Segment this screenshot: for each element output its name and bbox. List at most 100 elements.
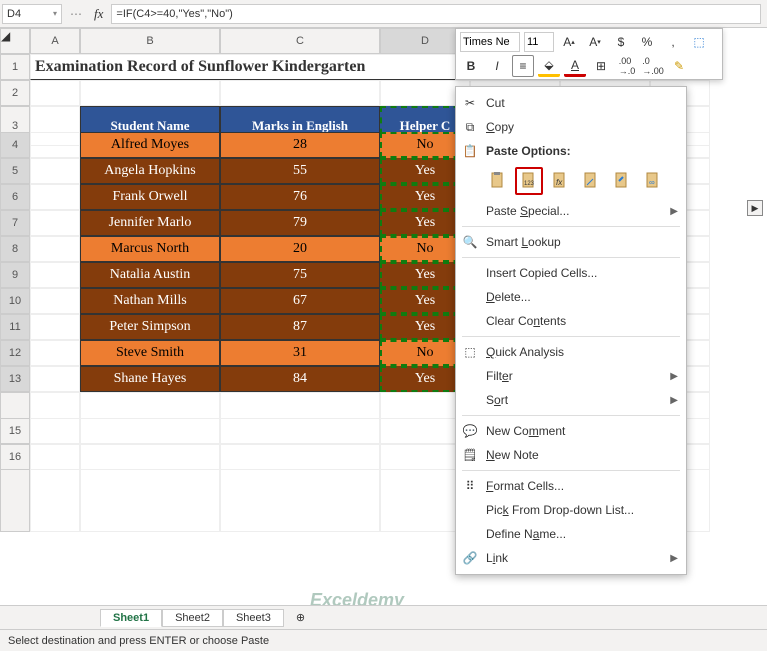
sheet-tab[interactable]: Sheet3 — [223, 609, 284, 627]
student-name-cell[interactable]: Shane Hayes — [80, 366, 220, 392]
clear-format-icon[interactable]: ✎ — [668, 55, 690, 77]
add-sheet-button[interactable]: ⊕ — [284, 609, 317, 626]
row-header[interactable]: 10 — [0, 288, 30, 314]
font-selector[interactable] — [460, 32, 520, 52]
row-header[interactable]: 12 — [0, 340, 30, 366]
empty-cell[interactable] — [30, 158, 80, 184]
paste-default-icon[interactable] — [484, 167, 512, 195]
decrease-font-icon[interactable]: A▾ — [584, 31, 606, 53]
student-name-cell[interactable]: Peter Simpson — [80, 314, 220, 340]
bold-icon[interactable]: B — [460, 55, 482, 77]
align-center-icon[interactable]: ≡ — [512, 55, 534, 77]
row-header[interactable]: 9 — [0, 262, 30, 288]
increase-font-icon[interactable]: A▴ — [558, 31, 580, 53]
empty-cell[interactable] — [30, 418, 80, 444]
column-header[interactable]: A — [30, 28, 80, 54]
marks-cell[interactable]: 67 — [220, 288, 380, 314]
empty-cell[interactable] — [220, 418, 380, 444]
student-name-cell[interactable]: Nathan Mills — [80, 288, 220, 314]
marks-cell[interactable]: 31 — [220, 340, 380, 366]
scroll-right-button[interactable]: ▶ — [747, 200, 763, 216]
new-note-menu-item[interactable]: 🗒 New Note — [456, 443, 686, 467]
marks-cell[interactable]: 76 — [220, 184, 380, 210]
empty-cell[interactable] — [80, 80, 220, 106]
empty-cell[interactable] — [30, 184, 80, 210]
marks-cell[interactable]: 20 — [220, 236, 380, 262]
empty-cell[interactable] — [30, 366, 80, 392]
fill-color-icon[interactable]: ⬙ — [538, 55, 560, 77]
empty-cell[interactable] — [80, 444, 220, 470]
borders-icon[interactable]: ⊞ — [590, 55, 612, 77]
empty-cell[interactable] — [80, 418, 220, 444]
empty-cell[interactable] — [30, 262, 80, 288]
percent-icon[interactable]: % — [636, 31, 658, 53]
student-name-cell[interactable]: Steve Smith — [80, 340, 220, 366]
formula-input[interactable]: =IF(C4>=40,"Yes","No") — [111, 4, 761, 24]
new-comment-menu-item[interactable]: 💬 New Comment — [456, 419, 686, 443]
empty-cell[interactable] — [220, 80, 380, 106]
title-cell[interactable]: Examination Record of Sunflower Kinderga… — [30, 54, 470, 80]
cut-menu-item[interactable]: ✂ Cut — [456, 91, 686, 115]
row-header[interactable]: 6 — [0, 184, 30, 210]
nav-icon[interactable]: ⋯ — [66, 7, 86, 21]
student-name-cell[interactable]: Natalia Austin — [80, 262, 220, 288]
font-size-selector[interactable] — [524, 32, 554, 52]
define-name-menu-item[interactable]: Define Name... — [456, 522, 686, 546]
smart-lookup-menu-item[interactable]: 🔍 Smart Lookup — [456, 230, 686, 254]
row-header[interactable]: 15 — [0, 418, 30, 444]
font-color-icon[interactable]: A — [564, 55, 586, 77]
empty-cell[interactable] — [30, 340, 80, 366]
pick-from-list-menu-item[interactable]: Pick From Drop-down List... — [456, 498, 686, 522]
row-header[interactable]: 1 — [0, 54, 30, 80]
decrease-decimal-icon[interactable]: .00→.0 — [616, 55, 638, 77]
delete-menu-item[interactable]: Delete... — [456, 285, 686, 309]
empty-cell[interactable] — [30, 314, 80, 340]
empty-cell[interactable] — [30, 80, 80, 106]
paste-special-menu-item[interactable]: Paste Special...▶ — [456, 199, 686, 223]
sheet-tab[interactable]: Sheet1 — [100, 609, 162, 627]
insert-copied-cells-menu-item[interactable]: Insert Copied Cells... — [456, 261, 686, 285]
italic-icon[interactable]: I — [486, 55, 508, 77]
row-header[interactable]: 4 — [0, 132, 30, 158]
empty-cell[interactable] — [30, 132, 80, 158]
row-header[interactable]: 8 — [0, 236, 30, 262]
format-painter-icon[interactable]: ⬚ — [688, 31, 710, 53]
comma-icon[interactable]: , — [662, 31, 684, 53]
marks-cell[interactable]: 55 — [220, 158, 380, 184]
row-header[interactable]: 16 — [0, 444, 30, 470]
select-all-corner[interactable]: ◢ — [0, 28, 30, 54]
clear-contents-menu-item[interactable]: Clear Contents — [456, 309, 686, 333]
empty-cell[interactable] — [30, 236, 80, 262]
currency-icon[interactable]: $ — [610, 31, 632, 53]
column-header[interactable]: B — [80, 28, 220, 54]
column-header[interactable]: C — [220, 28, 380, 54]
row-header[interactable]: 11 — [0, 314, 30, 340]
sheet-tab[interactable]: Sheet2 — [162, 609, 223, 627]
paste-formatting-icon[interactable] — [608, 167, 636, 195]
format-cells-menu-item[interactable]: ⠿ Format Cells... — [456, 474, 686, 498]
copy-menu-item[interactable]: ⧉ Copy — [456, 115, 686, 139]
name-box[interactable]: D4 — [2, 4, 62, 24]
marks-cell[interactable]: 75 — [220, 262, 380, 288]
row-header[interactable]: 13 — [0, 366, 30, 392]
student-name-cell[interactable]: Angela Hopkins — [80, 158, 220, 184]
filter-menu-item[interactable]: Filter▶ — [456, 364, 686, 388]
paste-link-icon[interactable]: ∞ — [639, 167, 667, 195]
empty-cell[interactable] — [30, 288, 80, 314]
row-header[interactable]: 5 — [0, 158, 30, 184]
row-header[interactable]: 2 — [0, 80, 30, 106]
empty-cell[interactable] — [220, 444, 380, 470]
increase-decimal-icon[interactable]: .0→.00 — [642, 55, 664, 77]
marks-cell[interactable]: 79 — [220, 210, 380, 236]
quick-analysis-menu-item[interactable]: ⬚ Quick Analysis — [456, 340, 686, 364]
paste-values-icon[interactable]: 123 — [515, 167, 543, 195]
student-name-cell[interactable]: Alfred Moyes — [80, 132, 220, 158]
empty-cell[interactable] — [30, 210, 80, 236]
paste-transpose-icon[interactable] — [577, 167, 605, 195]
sort-menu-item[interactable]: Sort▶ — [456, 388, 686, 412]
marks-cell[interactable]: 87 — [220, 314, 380, 340]
row-header[interactable]: 7 — [0, 210, 30, 236]
paste-formulas-icon[interactable]: fx — [546, 167, 574, 195]
marks-cell[interactable]: 28 — [220, 132, 380, 158]
student-name-cell[interactable]: Marcus North — [80, 236, 220, 262]
